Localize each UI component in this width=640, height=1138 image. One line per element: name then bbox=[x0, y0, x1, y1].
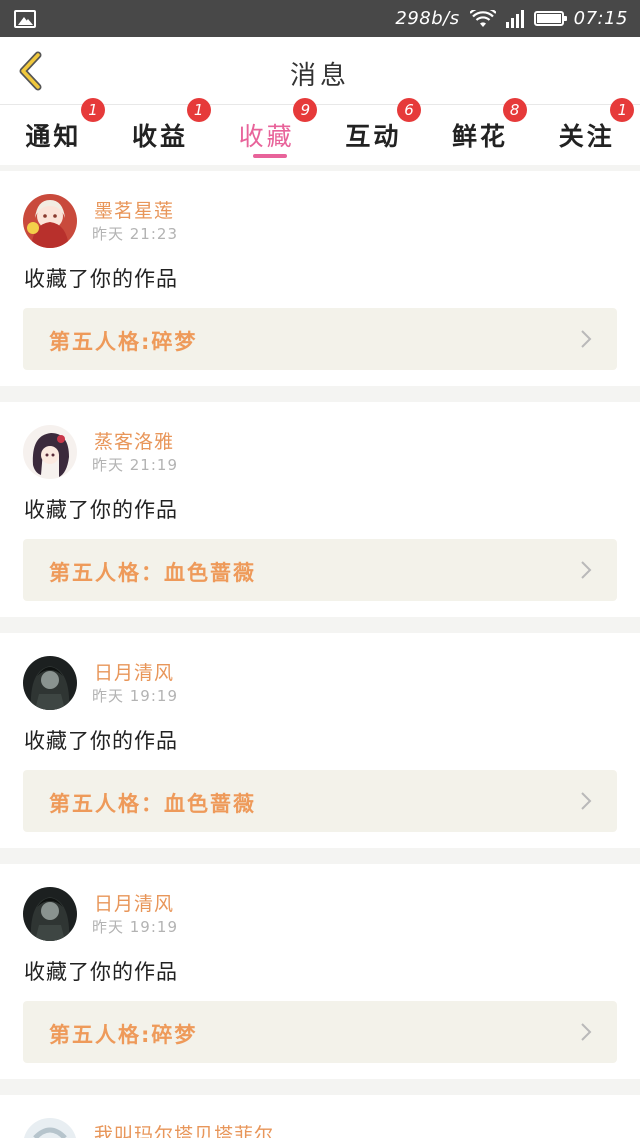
app-header: 消息 bbox=[0, 37, 640, 105]
battery-icon bbox=[533, 11, 567, 26]
unread-badge: 8 bbox=[502, 98, 527, 122]
tab-label: 通知 bbox=[25, 122, 82, 151]
tab-label: 互动 bbox=[345, 122, 402, 151]
work-title: 第五人格：血色蔷薇 bbox=[49, 792, 256, 816]
user-name[interactable]: 蒸客洛雅 bbox=[94, 427, 174, 454]
work-link[interactable]: 第五人格:碎梦 bbox=[23, 308, 617, 370]
tab-interactions[interactable]: 互动 6 bbox=[320, 98, 427, 165]
tab-follows[interactable]: 关注 1 bbox=[533, 98, 640, 165]
work-link[interactable]: 第五人格：血色蔷薇 bbox=[23, 770, 617, 832]
work-link[interactable]: 第五人格：血色蔷薇 bbox=[23, 539, 617, 601]
user-name[interactable]: 日月清风 bbox=[94, 658, 174, 685]
user-name[interactable]: 日月清风 bbox=[94, 889, 174, 916]
favorites-feed: 墨茗星莲 昨天 21:23 收藏了你的作品 第五人格:碎梦 蒸客洛雅 昨天 21… bbox=[0, 171, 640, 1138]
user-name[interactable]: 墨茗星莲 bbox=[94, 196, 174, 223]
status-bar: 298b/s 07:15 bbox=[0, 0, 640, 37]
avatar[interactable] bbox=[23, 425, 77, 479]
chevron-right-icon bbox=[581, 792, 592, 810]
tab-label: 收益 bbox=[132, 122, 189, 151]
tab-label: 关注 bbox=[558, 122, 615, 151]
clock: 07:15 bbox=[573, 8, 628, 29]
action-text: 收藏了你的作品 bbox=[24, 498, 178, 522]
chevron-right-icon bbox=[581, 330, 592, 348]
wifi-icon bbox=[469, 9, 496, 27]
favorite-notification: 日月清风 昨天 19:19 收藏了你的作品 第五人格：血色蔷薇 bbox=[0, 633, 640, 848]
favorite-notification: 我叫玛尔塔贝塔菲尔 bbox=[0, 1095, 640, 1138]
timestamp: 昨天 19:19 bbox=[92, 687, 178, 705]
timestamp: 昨天 21:19 bbox=[92, 456, 178, 474]
chevron-right-icon bbox=[581, 561, 592, 579]
tab-notifications[interactable]: 通知 1 bbox=[0, 98, 107, 165]
avatar[interactable] bbox=[23, 656, 77, 710]
page-title: 消息 bbox=[289, 61, 350, 91]
work-title: 第五人格:碎梦 bbox=[49, 1023, 198, 1047]
tab-earnings[interactable]: 收益 1 bbox=[107, 98, 214, 165]
tab-flowers[interactable]: 鲜花 8 bbox=[427, 98, 534, 165]
work-title: 第五人格:碎梦 bbox=[49, 330, 198, 354]
unread-badge: 1 bbox=[610, 98, 635, 122]
action-text: 收藏了你的作品 bbox=[24, 267, 178, 291]
action-text: 收藏了你的作品 bbox=[24, 960, 178, 984]
chevron-right-icon bbox=[581, 1023, 592, 1041]
avatar[interactable] bbox=[23, 887, 77, 941]
message-tabs: 通知 1 收益 1 收藏 9 互动 6 鲜花 8 关注 1 bbox=[0, 98, 640, 165]
action-text: 收藏了你的作品 bbox=[24, 729, 178, 753]
work-title: 第五人格：血色蔷薇 bbox=[49, 561, 256, 585]
avatar[interactable] bbox=[23, 194, 77, 248]
favorite-notification: 蒸客洛雅 昨天 21:19 收藏了你的作品 第五人格：血色蔷薇 bbox=[0, 402, 640, 617]
timestamp: 昨天 21:23 bbox=[92, 225, 178, 243]
tab-label: 鲜花 bbox=[452, 122, 509, 151]
unread-badge: 6 bbox=[397, 98, 422, 122]
gallery-notification-icon bbox=[14, 9, 36, 28]
active-tab-indicator bbox=[252, 154, 287, 158]
favorite-notification: 墨茗星莲 昨天 21:23 收藏了你的作品 第五人格:碎梦 bbox=[0, 171, 640, 386]
avatar[interactable] bbox=[23, 1118, 77, 1138]
network-speed: 298b/s bbox=[395, 8, 460, 29]
unread-badge: 1 bbox=[186, 98, 211, 122]
user-name[interactable]: 我叫玛尔塔贝塔菲尔 bbox=[94, 1120, 274, 1138]
favorite-notification: 日月清风 昨天 19:19 收藏了你的作品 第五人格:碎梦 bbox=[0, 864, 640, 1079]
signal-icon bbox=[505, 9, 524, 28]
unread-badge: 9 bbox=[293, 98, 318, 122]
work-link[interactable]: 第五人格:碎梦 bbox=[23, 1001, 617, 1063]
timestamp: 昨天 19:19 bbox=[92, 918, 178, 936]
unread-badge: 1 bbox=[81, 98, 105, 122]
tab-favorites[interactable]: 收藏 9 bbox=[213, 98, 320, 165]
